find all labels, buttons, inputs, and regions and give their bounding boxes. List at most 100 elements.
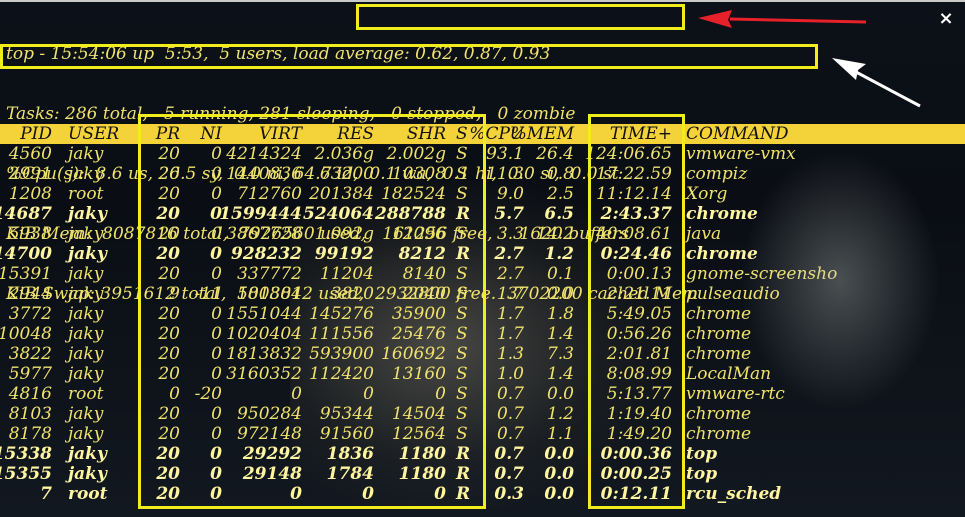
cell-pid: 4560 xyxy=(8,144,52,164)
cell-user: jaky xyxy=(68,344,104,364)
cell-cpu: 0.7 xyxy=(496,424,524,444)
cell-user: jaky xyxy=(68,164,104,184)
cell-user: jaky xyxy=(68,144,104,164)
cell-pid: 15355 xyxy=(0,464,52,484)
cell-pid: 3822 xyxy=(8,344,52,364)
cell-pid: 3772 xyxy=(8,304,52,324)
cell-user: jaky xyxy=(68,284,104,304)
cell-mem: 1.2 xyxy=(544,244,574,264)
cell-user: jaky xyxy=(68,464,107,484)
cell-cmd: top xyxy=(686,464,718,484)
cell-cpu: 1.3 xyxy=(496,344,524,364)
cell-pid: 2991 xyxy=(8,164,52,184)
cell-cpu: 11.3 xyxy=(486,164,524,184)
cell-cmd: LocalMan xyxy=(686,364,772,384)
column-header-pid: PID xyxy=(20,124,52,144)
column-header-cmd: COMMAND xyxy=(686,124,789,144)
cell-cpu: 0.7 xyxy=(494,444,524,464)
cell-cpu: 5.7 xyxy=(494,204,524,224)
cell-pid: 8178 xyxy=(8,424,52,444)
cell-mem: 26.4 xyxy=(536,144,574,164)
cell-cmd: chrome xyxy=(686,324,752,344)
cell-user: root xyxy=(68,484,108,504)
cell-mem: 0.8 xyxy=(546,164,574,184)
cell-cmd: chrome xyxy=(686,244,758,264)
terminal-window: × top - 15:54:06 up 5:53, 5 users, load … xyxy=(0,0,965,517)
cell-cmd: vmware-rtc xyxy=(686,384,785,404)
cell-user: jaky xyxy=(68,404,104,424)
cell-user: jaky xyxy=(68,264,104,284)
cell-user: jaky xyxy=(68,304,104,324)
cell-cmd: compiz xyxy=(686,164,748,184)
cell-cmd: chrome xyxy=(686,404,752,424)
cell-user: root xyxy=(68,384,104,404)
cell-cpu: 9.0 xyxy=(496,184,524,204)
cell-user: jaky xyxy=(68,224,104,244)
cell-pid: 1208 xyxy=(8,184,52,204)
memory-columns-highlight-box xyxy=(138,114,486,509)
cell-cpu: 93.1 xyxy=(486,144,524,164)
cell-mem: 1.4 xyxy=(546,324,574,344)
cell-mem: 14.2 xyxy=(536,224,574,244)
cell-user: jaky xyxy=(68,444,107,464)
cell-cmd: chrome xyxy=(686,424,752,444)
cell-mem: 6.5 xyxy=(544,204,574,224)
cell-mem: 2.5 xyxy=(546,184,574,204)
cell-cmd: Xorg xyxy=(686,184,728,204)
cell-cpu: 1.7 xyxy=(496,304,524,324)
cell-mem: 1.2 xyxy=(546,404,574,424)
time-column-highlight-box xyxy=(588,114,685,509)
cell-mem: 7.3 xyxy=(546,344,574,364)
cell-cpu: 0.7 xyxy=(496,404,524,424)
cell-mem: 0.0 xyxy=(546,384,574,404)
cell-cmd: pulseaudio xyxy=(686,284,780,304)
cell-cpu: 2.7 xyxy=(494,244,524,264)
cell-mem: 0.1 xyxy=(546,264,574,284)
cell-mem: 1.1 xyxy=(546,424,574,444)
cell-user: jaky xyxy=(68,204,107,224)
cell-cmd: vmware-vmx xyxy=(686,144,796,164)
cpu-line-highlight-box xyxy=(0,44,818,69)
cell-cpu: 2.7 xyxy=(496,264,524,284)
cell-pid: 14687 xyxy=(0,204,52,224)
cell-pid: 8103 xyxy=(8,404,52,424)
cell-cmd: chrome xyxy=(686,304,752,324)
cell-user: jaky xyxy=(68,364,104,384)
cell-mem: 1.4 xyxy=(546,364,574,384)
cell-cpu: 0.7 xyxy=(494,464,524,484)
cell-pid: 5977 xyxy=(8,364,52,384)
cell-mem: 0.0 xyxy=(544,464,574,484)
cell-cpu: 3.3 xyxy=(496,224,524,244)
cell-pid: 14700 xyxy=(0,244,52,264)
white-arrow-icon xyxy=(832,58,921,108)
close-icon[interactable]: × xyxy=(935,8,957,30)
cell-user: jaky xyxy=(68,424,104,444)
cell-pid: 5938 xyxy=(8,224,52,244)
cell-cmd: chrome xyxy=(686,344,752,364)
cell-pid: 4816 xyxy=(8,384,52,404)
cell-cmd: rcu_sched xyxy=(686,484,782,504)
cell-cpu: 0.3 xyxy=(494,484,524,504)
cell-cpu: 1.0 xyxy=(496,364,524,384)
cell-user: root xyxy=(68,184,104,204)
cell-cmd: java xyxy=(686,224,722,244)
window-top-border xyxy=(0,0,965,2)
cell-cmd: chrome xyxy=(686,204,758,224)
cell-pid: 15338 xyxy=(0,444,52,464)
cell-user: jaky xyxy=(68,324,104,344)
column-header-user: USER xyxy=(68,124,120,144)
cell-cmd: top xyxy=(686,444,718,464)
column-header-mem: %MEM xyxy=(510,124,574,144)
cell-cpu: 1.7 xyxy=(496,324,524,344)
cell-pid: 15391 xyxy=(0,264,52,284)
cell-cpu: 0.7 xyxy=(496,384,524,404)
cell-pid: 10048 xyxy=(0,324,52,344)
cell-mem: 1.8 xyxy=(546,304,574,324)
cell-mem: 0.0 xyxy=(544,484,574,504)
cell-pid: 2944 xyxy=(8,284,52,304)
cell-mem: 0.0 xyxy=(546,284,574,304)
load-average-highlight-box xyxy=(356,4,685,30)
cell-cpu: 1.7 xyxy=(496,284,524,304)
cell-user: jaky xyxy=(68,244,107,264)
red-arrow-icon xyxy=(698,10,867,28)
